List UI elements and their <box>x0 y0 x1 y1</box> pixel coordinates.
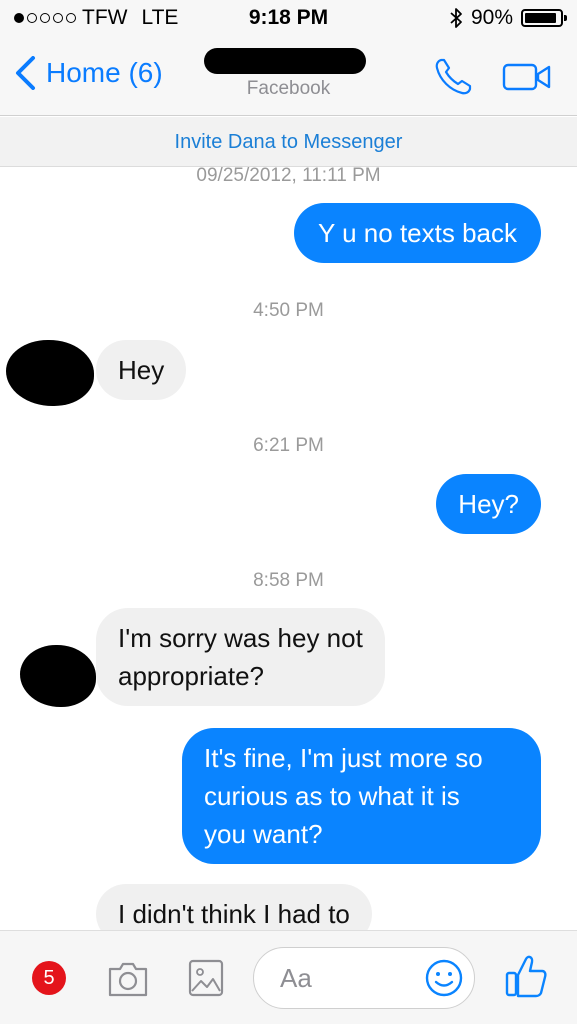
message-bubble-incoming[interactable]: Hey <box>96 340 187 400</box>
message-bubble-outgoing[interactable]: Y u no texts back <box>294 203 541 263</box>
timestamp: 8:58 PM <box>253 570 324 591</box>
nav-bar: Home (6) Facebook <box>0 38 577 116</box>
message-text: Hey <box>118 355 165 385</box>
message-bubble-incoming[interactable]: I'm sorry was hey not appropriate? <box>96 608 385 706</box>
video-camera-icon[interactable] <box>502 62 552 92</box>
timestamp: 4:50 PM <box>253 300 324 321</box>
more-actions-badge[interactable]: 5 <box>32 961 66 995</box>
message-text: It's fine, I'm just more so <box>204 743 483 773</box>
composer-bar: 5 <box>0 930 577 1024</box>
message-bubble-outgoing[interactable]: It's fine, I'm just more so curious as t… <box>182 728 541 864</box>
message-text: you want? <box>204 819 323 849</box>
message-text: curious as to what it is <box>204 781 460 811</box>
message-text: appropriate? <box>118 661 264 691</box>
message-text: I'm sorry was hey not <box>118 623 363 653</box>
battery-icon <box>521 9 567 27</box>
status-bar: TFW LTE 9:18 PM 90% <box>0 0 577 38</box>
status-right: 90% <box>449 6 567 30</box>
emoji-icon[interactable] <box>424 958 464 998</box>
timestamp: 6:21 PM <box>253 435 324 456</box>
contact-name-redacted <box>204 48 366 74</box>
bluetooth-icon <box>450 8 462 28</box>
invite-banner[interactable]: Invite Dana to Messenger <box>0 117 577 167</box>
phone-icon[interactable] <box>432 56 474 98</box>
image-icon[interactable] <box>188 959 224 997</box>
battery-percent: 90% <box>470 6 513 29</box>
message-text: Hey? <box>458 489 519 519</box>
message-compose-field[interactable] <box>253 947 475 1009</box>
avatar-redacted <box>6 340 94 406</box>
contact-subtitle: Facebook <box>246 78 331 99</box>
camera-icon[interactable] <box>106 959 150 999</box>
message-text: Y u no texts back <box>318 218 517 248</box>
timestamp: 09/25/2012, 11:11 PM <box>196 165 381 186</box>
message-text: I didn't think I had to <box>118 899 350 929</box>
message-bubble-outgoing[interactable]: Hey? <box>436 474 541 534</box>
avatar-redacted <box>20 645 96 707</box>
like-thumbs-up-icon[interactable] <box>504 953 548 999</box>
message-input[interactable] <box>280 948 420 1008</box>
